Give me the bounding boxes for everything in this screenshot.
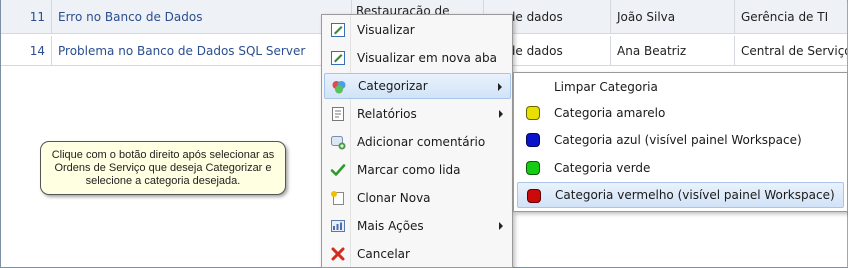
order-subject-link[interactable]: Problema no Banco de Dados SQL Server [52, 36, 352, 65]
submenu-item-label: Categoria amarelo [554, 106, 666, 120]
order-department: Gerência de TI [741, 9, 829, 24]
reports-icon [332, 107, 344, 121]
submenu-arrow-icon [499, 110, 503, 118]
order-department: Central de Serviço [741, 43, 847, 58]
menu-item-view-new-tab[interactable]: Visualizar em nova aba [324, 45, 511, 71]
submenu-item-category-green[interactable]: Categoria verde [517, 155, 844, 181]
help-tooltip-text: Clique com o botão direito após selecion… [51, 148, 275, 187]
menu-item-reports[interactable]: Relatórios [324, 101, 511, 127]
menu-item-view[interactable]: Visualizar [324, 17, 511, 43]
categorize-icon [332, 81, 346, 94]
cancel-icon [331, 247, 345, 261]
yellow-swatch-icon [526, 106, 540, 120]
order-user: Ana Beatriz [611, 36, 735, 65]
green-swatch-icon [526, 161, 540, 175]
help-tooltip: Clique com o botão direito após selecion… [40, 141, 286, 195]
more-actions-icon [331, 220, 345, 232]
submenu-arrow-icon [499, 222, 503, 230]
submenu-item-label: Limpar Categoria [554, 80, 658, 94]
red-swatch-icon [527, 189, 541, 203]
submenu-item-category-blue[interactable]: Categoria azul (visível painel Workspace… [517, 127, 844, 153]
menu-item-mark-read[interactable]: Marcar como lida [324, 157, 511, 183]
menu-item-cancel[interactable]: Cancelar [324, 241, 511, 267]
menu-item-label: Visualizar em nova aba [357, 51, 497, 65]
submenu-item-label: Categoria vermelho (visível painel Works… [555, 188, 835, 202]
menu-item-label: Categorizar [358, 79, 428, 93]
menu-item-label: Visualizar [357, 23, 415, 37]
view-icon [331, 23, 345, 37]
order-number: 14 [1, 36, 52, 65]
checkmark-icon [330, 164, 346, 176]
order-number: 11 [1, 0, 52, 33]
submenu-item-category-red[interactable]: Categoria vermelho (visível painel Works… [517, 182, 844, 208]
context-menu: Visualizar Visualizar em nova aba Catego… [321, 14, 513, 268]
menu-item-more-actions[interactable]: Mais Ações [324, 213, 511, 239]
menu-item-clone[interactable]: Clonar Nova [324, 185, 511, 211]
order-user: João Silva [611, 0, 735, 33]
menu-item-categorize[interactable]: Categorizar [324, 73, 511, 99]
submenu-item-clear-category[interactable]: Limpar Categoria [517, 74, 844, 100]
category-submenu: Limpar Categoria Categoria amarelo Categ… [513, 72, 848, 212]
clone-icon [331, 191, 344, 205]
submenu-item-label: Categoria azul (visível painel Workspace… [554, 133, 802, 147]
menu-item-add-comment[interactable]: Adicionar comentário [324, 129, 511, 155]
submenu-arrow-icon [498, 83, 502, 91]
submenu-item-category-yellow[interactable]: Categoria amarelo [517, 100, 844, 126]
submenu-item-label: Categoria verde [554, 161, 651, 175]
menu-item-label: Adicionar comentário [357, 135, 486, 149]
order-subject-link[interactable]: Erro no Banco de Dados [52, 0, 352, 33]
menu-item-label: Mais Ações [357, 219, 424, 233]
comment-add-icon [331, 136, 346, 150]
menu-item-label: Cancelar [357, 247, 410, 261]
menu-item-label: Relatórios [357, 107, 417, 121]
blue-swatch-icon [526, 133, 540, 147]
menu-item-label: Clonar Nova [357, 191, 431, 205]
menu-item-label: Marcar como lida [357, 163, 461, 177]
view-new-tab-icon [331, 51, 345, 65]
